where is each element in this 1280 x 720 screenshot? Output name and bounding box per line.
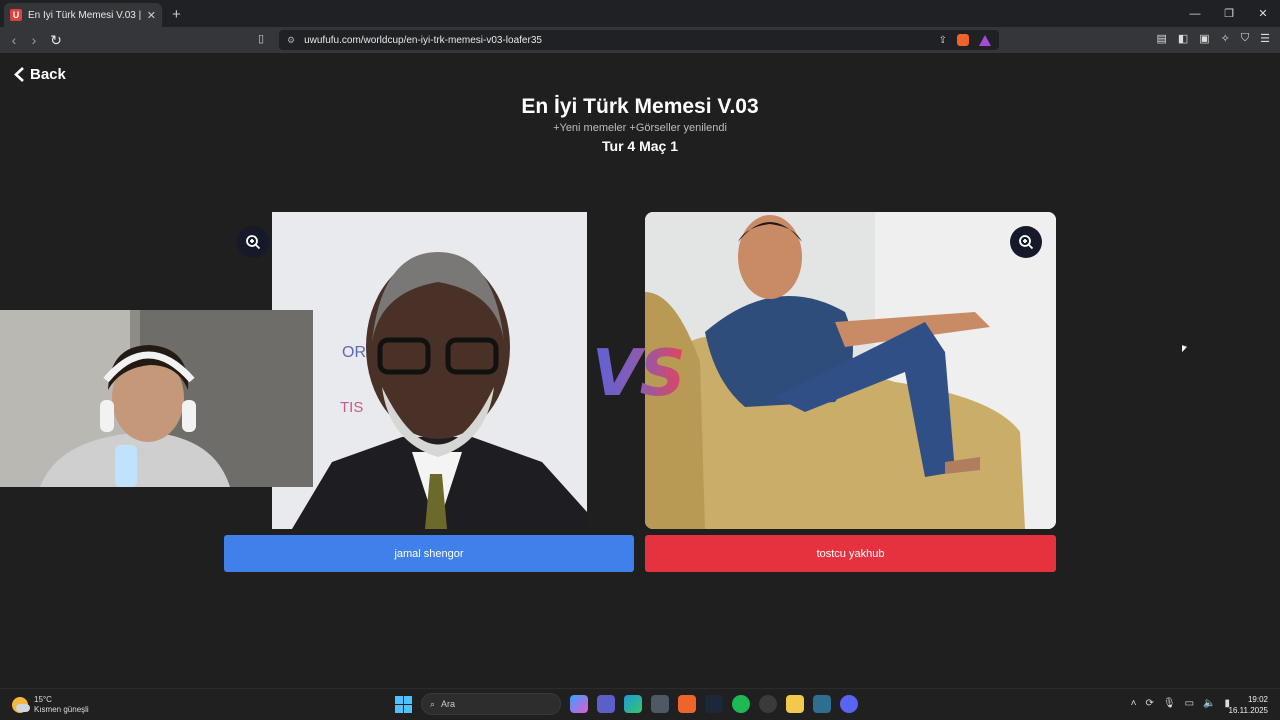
weather-desc: Kısmen güneşli [34,705,89,714]
bookmark-icon[interactable]: ▯ [258,32,264,45]
svg-text:TIS: TIS [340,399,363,416]
brave-shields-icon[interactable] [957,34,969,46]
back-link[interactable]: Back [14,66,66,83]
browser-toolbar: ‹ › ↻ ▯ ⚙ uwufufu.com/worldcup/en-iyi-tr… [0,27,1280,53]
chevron-left-icon [14,67,24,82]
display-icon[interactable]: ▭ [1185,698,1194,709]
back-arrow-icon[interactable]: ‹ [4,32,24,48]
webcam-overlay [0,310,313,487]
steam-icon[interactable] [705,695,723,713]
weather-widget[interactable]: 15°C Kısmen güneşli [12,695,89,715]
browser-tab-bar: U En İyi Türk Memesi V.03 | UwUFufu ✕ + … [0,0,1280,27]
url-text: uwufufu.com/worldcup/en-iyi-trk-memesi-v… [304,34,542,46]
leo-ai-icon[interactable]: ✧ [1221,32,1230,45]
share-icon[interactable]: ⇪ [939,35,947,46]
teams-icon[interactable] [597,695,615,713]
zoom-in-icon [1019,235,1034,250]
zoom-in-icon [246,235,261,250]
vpn-shield-icon[interactable]: ⛉ [1241,32,1249,45]
tab-close-icon[interactable]: ✕ [147,9,156,22]
forward-arrow-icon[interactable]: › [24,32,44,48]
restore-button[interactable]: ❐ [1212,0,1246,27]
window-controls: — ❐ ✕ [1178,0,1280,27]
sidebar-icon[interactable]: ◧ [1178,32,1188,45]
webcam-feed-illustration [0,310,313,487]
new-tab-button[interactable]: + [172,6,181,23]
copilot-icon[interactable] [570,695,588,713]
tab-title: En İyi Türk Memesi V.03 | UwUFufu [28,9,143,21]
right-choice-button[interactable]: tostcu yakhub [645,535,1056,572]
reload-icon[interactable]: ↻ [44,32,68,49]
minimize-button[interactable]: — [1178,0,1212,27]
brave-rewards-icon[interactable] [979,34,991,46]
right-choice-image[interactable] [645,212,1056,529]
left-choice-image[interactable]: ORD TIS [272,212,587,529]
left-choice-button[interactable]: jamal shengor [224,535,634,572]
windows-taskbar: 15°C Kısmen güneşli ⌕ Ara ˄ ⟳ 🎙 ▭ 🔈 ▮ 19… [0,688,1280,720]
left-zoom-button[interactable] [237,226,269,258]
page-subtitle: +Yeni memeler +Görseller yenilendi [553,122,727,134]
browser-tab[interactable]: U En İyi Türk Memesi V.03 | UwUFufu ✕ [4,3,162,27]
start-button-icon[interactable] [395,695,412,713]
volume-icon[interactable]: 🔈 [1203,698,1215,709]
menu-icon[interactable]: ☰ [1260,32,1270,45]
sync-icon[interactable]: ⟳ [1145,698,1153,709]
edge-icon[interactable] [624,695,642,713]
file-explorer-icon[interactable] [786,695,804,713]
weather-temp: 15°C [34,695,52,704]
system-tray: ˄ ⟳ 🎙 ▭ 🔈 ▮ [1131,698,1230,709]
back-label: Back [30,66,66,83]
vs-label: VS [592,337,686,411]
page-title: En İyi Türk Memesi V.03 [521,95,759,118]
search-placeholder: Ara [441,699,456,709]
mouse-cursor-icon [1182,345,1187,354]
spotify-icon[interactable] [732,695,750,713]
obs-icon[interactable] [759,695,777,713]
page-content: Back En İyi Türk Memesi V.03 +Yeni memel… [0,53,1280,688]
taskbar-search[interactable]: ⌕ Ara [421,693,561,715]
right-photo-illustration [645,212,1056,529]
calculator-icon[interactable] [651,695,669,713]
discord-icon[interactable] [840,695,858,713]
taskbar-apps: ⌕ Ara [395,693,858,715]
round-label: Tur 4 Maç 1 [602,138,678,154]
reader-icon[interactable]: ▤ [1156,32,1166,45]
uwufufu-favicon-icon: U [10,9,22,21]
clock-date: 16.11.2025 [1228,706,1268,715]
close-window-button[interactable]: ✕ [1246,0,1280,27]
right-zoom-button[interactable] [1010,226,1042,258]
clock-time: 19:02 [1247,695,1268,704]
weather-sun-icon [12,697,30,713]
site-settings-icon[interactable]: ⚙ [287,35,295,46]
wallet-icon[interactable]: ▣ [1199,32,1209,45]
taskbar-clock[interactable]: 19:02 16.11.2025 [1229,694,1268,716]
browser-extension-tools: ▤ ◧ ▣ ✧ ⛉ ☰ [1156,32,1270,45]
chevron-up-icon[interactable]: ˄ [1131,698,1137,709]
search-icon: ⌕ [430,698,436,709]
microphone-icon[interactable]: 🎙 [1163,698,1176,709]
app-icon[interactable] [813,695,831,713]
address-bar[interactable]: ⚙ uwufufu.com/worldcup/en-iyi-trk-memesi… [279,30,999,50]
left-photo-illustration: ORD TIS [272,212,587,529]
brave-browser-icon[interactable] [678,695,696,713]
